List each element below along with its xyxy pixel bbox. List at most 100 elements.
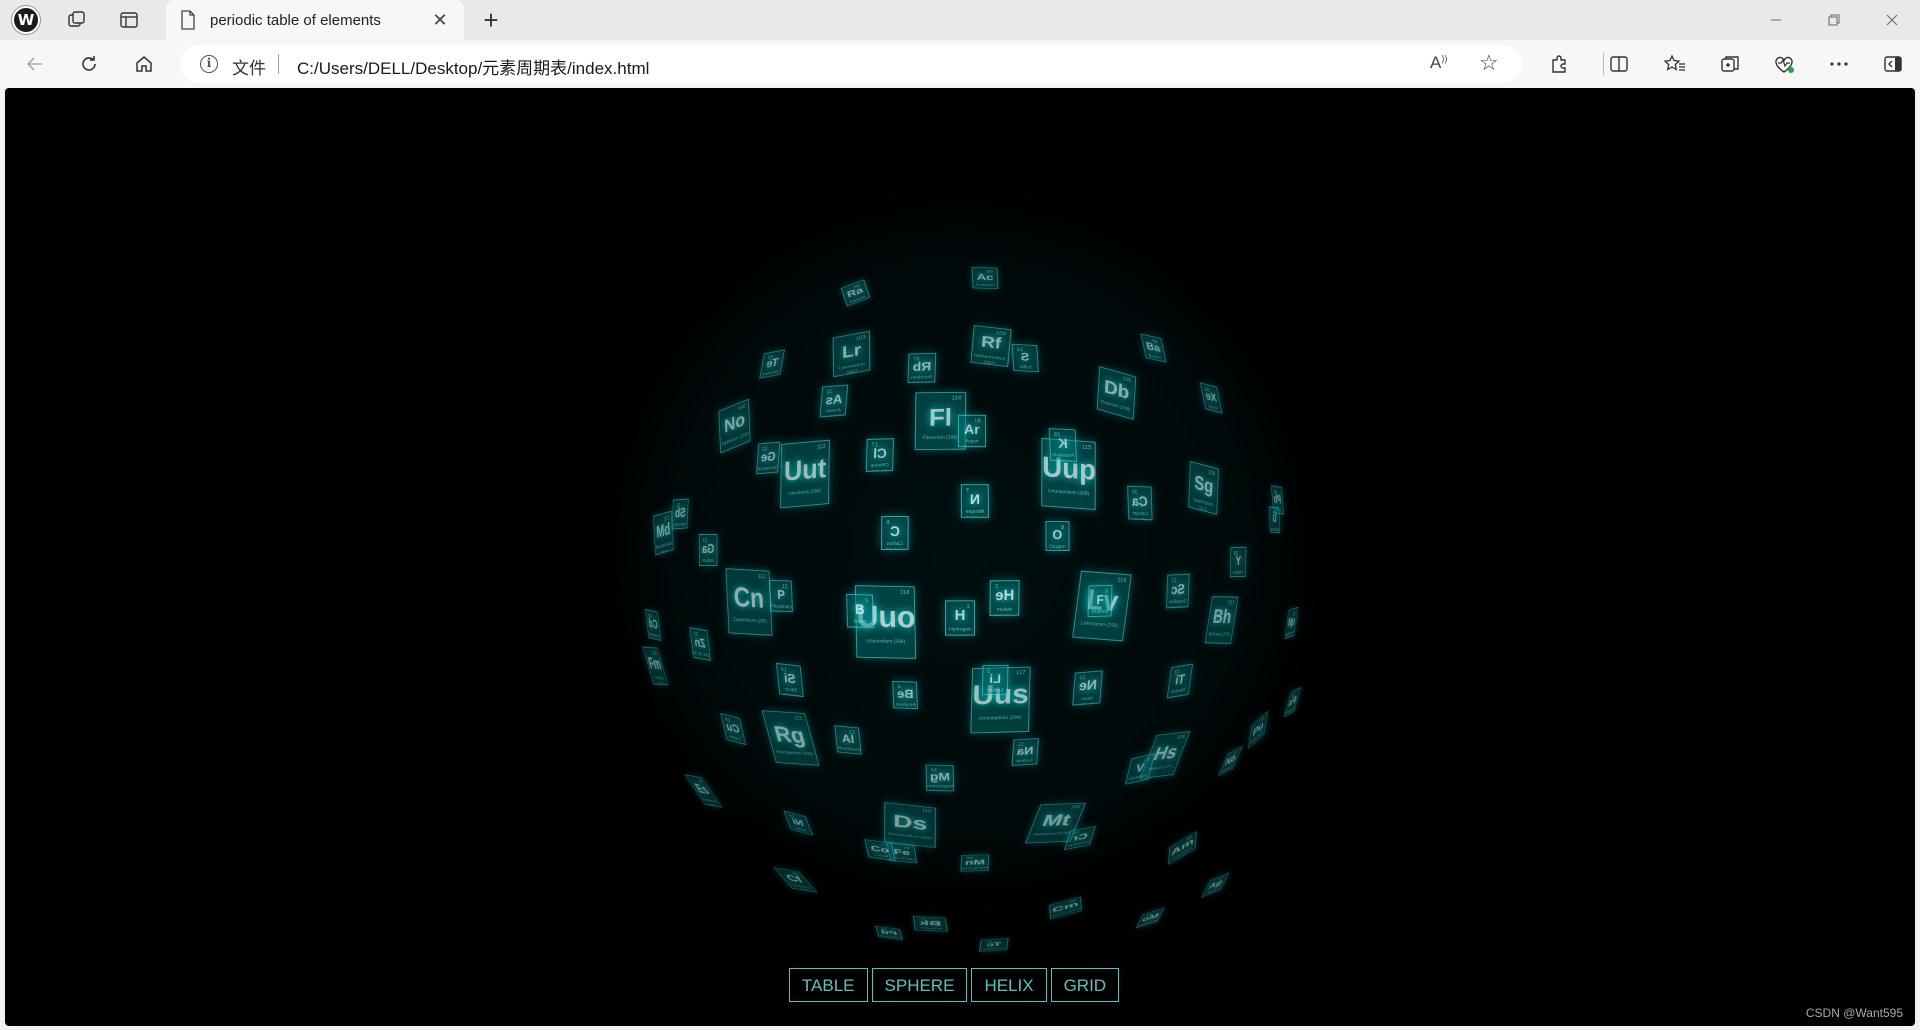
home-icon[interactable] — [127, 48, 161, 80]
element-symbol: Ga — [701, 540, 715, 557]
read-aloud-icon[interactable]: A)) — [1430, 53, 1447, 73]
active-tab[interactable]: periodic table of elements ✕ — [166, 0, 464, 40]
element-symbol: Ca — [1131, 492, 1148, 510]
element-card-o[interactable]: 8OOxygen 15.9994 — [1045, 520, 1069, 552]
element-card-rb[interactable]: 37RbRubidium 85.4678 — [907, 352, 937, 384]
element-card-cl[interactable]: 17ClChlorine 35.453 — [865, 438, 895, 472]
extensions-icon[interactable] — [1542, 48, 1576, 80]
element-card-u[interactable]: 92UUranium 238.02891 — [1269, 506, 1281, 534]
element-card-be[interactable]: 4BeBeryllium 9.012182 — [892, 680, 918, 710]
atomic-number: 115 — [1082, 444, 1092, 452]
browser-essentials-icon[interactable] — [1767, 48, 1801, 80]
tab-strip: W periodic table of elements ✕ + — [0, 0, 1920, 40]
element-card-p[interactable]: 15PPhosphorus 30.973762 — [769, 579, 793, 613]
element-card-h[interactable]: 1HHydrogen 1.00794 — [945, 600, 975, 636]
element-sphere[interactable]: 114 Fl Flerovium (289) 113 Uut Ununtrium (284… — [5, 88, 1915, 1026]
element-details: Nitrogen 14.0067 — [965, 508, 985, 518]
element-card-ca[interactable]: 20CaCalcium 40.078 — [1127, 485, 1153, 521]
atomic-number: 109 — [1070, 805, 1081, 810]
atomic-number: 114 — [951, 395, 961, 402]
element-card-cm[interactable]: 96 Cm Curium (247) — [1048, 896, 1082, 920]
element-card-ar[interactable]: 18ArArgon 39.948 — [957, 414, 987, 448]
element-symbol: Mt — [1039, 810, 1075, 831]
collections-icon[interactable] — [1713, 48, 1747, 80]
grid-button[interactable]: GRID — [1050, 968, 1120, 1002]
element-details: Scandium 44.955912 — [1168, 598, 1187, 608]
element-card-ga[interactable]: 31GaGallium 69.723 — [698, 533, 718, 567]
atomic-number: 112 — [757, 573, 766, 581]
element-card-ds[interactable]: 110 Ds Darmstadtium (281) — [883, 802, 937, 848]
url-text[interactable]: C:/Users/DELL/Desktop/元素周期表/index.html — [297, 54, 649, 79]
element-symbol: Mn — [964, 857, 986, 867]
element-symbol: Md — [655, 519, 671, 542]
helix-button[interactable]: HELIX — [971, 968, 1047, 1002]
element-card-ge[interactable]: 32GeGermanium 72.63 — [755, 441, 781, 475]
element-card-as[interactable]: 33 As Arsenic 74.9216 — [819, 384, 849, 418]
sphere-button[interactable]: SPHERE — [871, 968, 968, 1002]
element-card-pd[interactable]: 46 Pd Palladium 106.42 — [875, 926, 903, 940]
element-card-li[interactable]: 3LiLithium 6.941 — [981, 664, 1009, 696]
element-card-al[interactable]: 13AlAluminium 26.9815386 — [834, 725, 862, 755]
element-card-f[interactable]: 9FFluorine 18.9984032 — [1087, 584, 1113, 618]
table-button[interactable]: TABLE — [788, 968, 868, 1002]
back-icon[interactable] — [18, 48, 52, 80]
vertical-tabs-icon[interactable] — [114, 6, 144, 34]
element-card-n[interactable]: 7NNitrogen 14.0067 — [961, 484, 989, 518]
element-card-zn[interactable]: 30 Zn Zinc 65.38 — [689, 627, 711, 661]
split-screen-icon[interactable] — [1602, 48, 1636, 80]
element-symbol: Ne — [1078, 677, 1098, 695]
element-card-he[interactable]: 2HeHelium 4.002602 — [990, 580, 1020, 616]
element-card-ne[interactable]: 10 Ne Neon 20.1797 — [1072, 670, 1104, 706]
new-tab-button[interactable]: + — [476, 4, 506, 36]
element-symbol: C — [889, 522, 900, 540]
element-card-ag[interactable]: 47 Ag Silver 107.8682 — [1200, 872, 1230, 898]
element-card-rf[interactable]: 104 Rf Rutherfordium (267) — [970, 325, 1012, 367]
element-details: Carbon 12.0107 — [886, 540, 904, 550]
more-options-icon[interactable] — [1822, 48, 1856, 80]
restore-icon[interactable] — [1806, 0, 1862, 40]
element-card-mo[interactable]: 42 Mo Molybdenum 95.96 — [1135, 907, 1165, 929]
element-details: Manganese 54.938045 — [961, 866, 988, 872]
element-card-s[interactable]: 16SSulfur 32.065 — [1011, 343, 1039, 373]
element-symbol: Ge — [760, 448, 776, 465]
element-symbol: Cn — [732, 581, 765, 614]
element-card-c[interactable]: 6CCarbon 12.0107 — [881, 515, 909, 551]
element-details: Potassium 39.948 — [1052, 452, 1075, 462]
element-symbol: Y — [1235, 552, 1241, 569]
workspaces-icon[interactable] — [62, 6, 92, 34]
profile-avatar[interactable]: W — [11, 6, 41, 34]
element-card-mn[interactable]: 25MnManganese 54.938045 — [960, 854, 990, 872]
element-symbol: P — [776, 586, 785, 603]
tab-close-icon[interactable]: ✕ — [428, 9, 452, 31]
page-icon — [181, 10, 195, 30]
site-info-icon[interactable]: i — [200, 55, 218, 73]
element-card-sg[interactable]: 106 Sg Seaborgium (271) — [1188, 460, 1220, 516]
element-card-na[interactable]: 11NaSodium 22.98976928 — [1011, 738, 1039, 766]
element-card-cn[interactable]: 112 Cn Copernicium (285) — [725, 568, 773, 636]
minimize-icon[interactable] — [1748, 0, 1804, 40]
element-card-y[interactable]: 39YYttrium 88.90585 — [1229, 546, 1247, 578]
element-card-si[interactable]: 14 Si Silicon 28.0855 — [776, 662, 804, 698]
element-symbol: K — [1057, 435, 1069, 451]
element-card-uut[interactable]: 113 Uut Ununtrium (284) — [780, 439, 830, 509]
address-bar[interactable]: i 文件 C:/Users/DELL/Desktop/元素周期表/index.h… — [180, 45, 1522, 83]
element-symbol: S — [1020, 350, 1030, 364]
element-card-mg[interactable]: 12MgMagnesium 24.305 — [925, 764, 955, 792]
add-favorite-icon[interactable]: ☆ — [1479, 50, 1499, 76]
element-card-lr[interactable]: 103 Lr Lawrencium (262) — [832, 330, 872, 378]
favorites-icon[interactable] — [1658, 48, 1692, 80]
element-card-sc[interactable]: 21ScScandium 44.955912 — [1166, 573, 1190, 609]
element-card-bk[interactable]: 97 Bk Berkelium (247) — [912, 916, 948, 932]
element-card-b[interactable]: 5BBoron 10.811 — [846, 593, 874, 629]
atomic-number: 118 — [899, 589, 910, 597]
element-details: Berkelium (247) — [919, 926, 942, 932]
element-card-tc[interactable]: 43 Tc Technetium (98) — [979, 938, 1009, 952]
element-card-k[interactable]: 19KPotassium 39.948 — [1048, 428, 1078, 462]
window-close-icon[interactable] — [1864, 0, 1920, 40]
atomic-number: 110 — [921, 808, 932, 814]
element-card-sb[interactable]: 51SbAntimony 121.76 — [671, 498, 689, 530]
element-card-md[interactable]: 101 Md Mendelevium (258) — [652, 510, 674, 556]
sidebar-toggle-icon[interactable] — [1876, 48, 1910, 80]
element-card-ac[interactable]: 89AcActinium (227) — [971, 266, 999, 290]
refresh-icon[interactable] — [72, 48, 106, 80]
